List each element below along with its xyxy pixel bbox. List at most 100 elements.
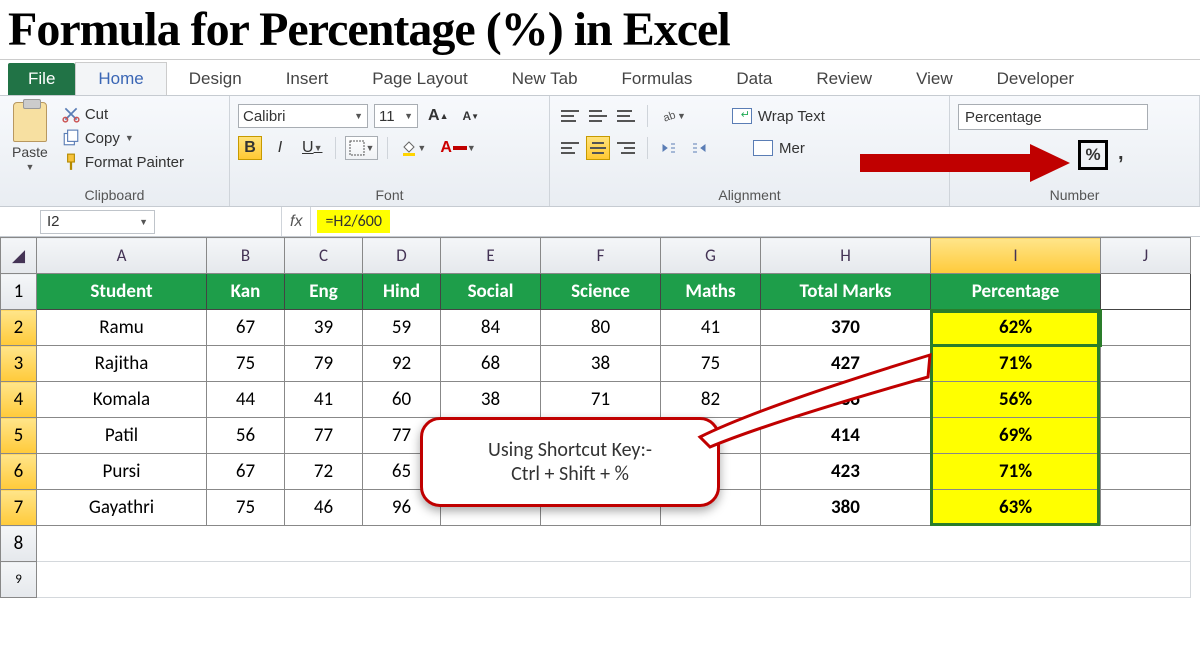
col-header[interactable]: A <box>37 238 207 274</box>
cell[interactable] <box>1101 382 1191 418</box>
cell[interactable]: 79 <box>285 346 363 382</box>
col-header[interactable]: E <box>441 238 541 274</box>
cell[interactable]: 68 <box>441 346 541 382</box>
increase-indent-button[interactable] <box>687 136 711 160</box>
cell[interactable]: 46 <box>285 490 363 526</box>
cell[interactable]: 67 <box>207 454 285 490</box>
cell[interactable] <box>1101 454 1191 490</box>
cell[interactable] <box>1101 418 1191 454</box>
cell[interactable]: 75 <box>207 346 285 382</box>
tab-home[interactable]: Home <box>75 62 166 95</box>
cell[interactable]: 71% <box>931 454 1101 490</box>
cell[interactable]: Total Marks <box>761 274 931 310</box>
tab-new-tab[interactable]: New Tab <box>490 63 600 95</box>
cell[interactable]: 63% <box>931 490 1101 526</box>
row-header[interactable]: 5 <box>1 418 37 454</box>
orientation-button[interactable]: ab▼ <box>657 104 690 128</box>
decrease-indent-button[interactable] <box>657 136 681 160</box>
cell[interactable]: Komala <box>37 382 207 418</box>
select-all-cell[interactable]: ◢ <box>1 238 37 274</box>
cell[interactable]: 56% <box>931 382 1101 418</box>
align-right-button[interactable] <box>614 136 638 160</box>
tab-page-layout[interactable]: Page Layout <box>350 63 489 95</box>
formula-value[interactable]: =H2/600 <box>317 210 390 233</box>
col-header[interactable]: J <box>1101 238 1191 274</box>
number-format-select[interactable]: Percentage <box>958 104 1148 130</box>
cell[interactable] <box>1101 310 1191 346</box>
cell[interactable]: 69% <box>931 418 1101 454</box>
font-size-select[interactable]: 11▼ <box>374 104 418 128</box>
row-header[interactable]: 6 <box>1 454 37 490</box>
spreadsheet[interactable]: ◢ A B C D E F G H I J 1 Student Kan Eng … <box>0 237 1200 598</box>
cell[interactable]: Science <box>541 274 661 310</box>
cell[interactable]: 59 <box>363 310 441 346</box>
row-header[interactable]: 4 <box>1 382 37 418</box>
cell[interactable]: 77 <box>285 418 363 454</box>
align-left-button[interactable] <box>558 136 582 160</box>
insert-function-button[interactable]: fx <box>281 207 311 236</box>
name-box[interactable]: I2▼ <box>40 210 155 234</box>
tab-insert[interactable]: Insert <box>264 63 351 95</box>
cell[interactable]: 62% <box>931 310 1101 346</box>
merge-center-button[interactable]: Mer <box>753 140 805 157</box>
tab-view[interactable]: View <box>894 63 975 95</box>
tab-review[interactable]: Review <box>794 63 894 95</box>
shrink-font-button[interactable]: A▼ <box>458 104 483 128</box>
cell[interactable]: 56 <box>207 418 285 454</box>
cell[interactable]: 423 <box>761 454 931 490</box>
row-header[interactable]: 9 <box>1 562 37 598</box>
comma-style-button[interactable]: , <box>1118 142 1124 165</box>
row-header[interactable]: 7 <box>1 490 37 526</box>
col-header[interactable]: F <box>541 238 661 274</box>
cell[interactable] <box>1101 274 1191 310</box>
cell[interactable]: Rajitha <box>37 346 207 382</box>
tab-file[interactable]: File <box>8 63 75 95</box>
col-header[interactable]: C <box>285 238 363 274</box>
italic-button[interactable]: I <box>268 136 292 160</box>
font-name-select[interactable]: Calibri▼ <box>238 104 368 128</box>
align-bottom-button[interactable] <box>614 104 638 128</box>
percent-style-button[interactable]: % <box>1078 140 1108 170</box>
align-top-button[interactable] <box>558 104 582 128</box>
cell[interactable]: 92 <box>363 346 441 382</box>
wrap-text-button[interactable]: Wrap Text <box>732 108 825 125</box>
cell[interactable]: 60 <box>363 382 441 418</box>
cell[interactable] <box>1101 346 1191 382</box>
tab-design[interactable]: Design <box>167 63 264 95</box>
cell[interactable]: Eng <box>285 274 363 310</box>
cell[interactable]: 370 <box>761 310 931 346</box>
align-middle-button[interactable] <box>586 104 610 128</box>
format-painter-button[interactable]: Format Painter <box>60 152 186 172</box>
grow-font-button[interactable]: A▲ <box>424 104 452 128</box>
row-header[interactable]: 2 <box>1 310 37 346</box>
cell[interactable]: 71% <box>931 346 1101 382</box>
cell[interactable]: Hind <box>363 274 441 310</box>
col-header[interactable]: D <box>363 238 441 274</box>
cell[interactable]: 84 <box>441 310 541 346</box>
cell[interactable]: Student <box>37 274 207 310</box>
tab-formulas[interactable]: Formulas <box>600 63 715 95</box>
borders-button[interactable]: ▼ <box>345 136 378 160</box>
bold-button[interactable]: B <box>238 136 262 160</box>
cell[interactable]: 71 <box>541 382 661 418</box>
cell[interactable]: 44 <box>207 382 285 418</box>
cell[interactable]: 39 <box>285 310 363 346</box>
cell[interactable]: Social <box>441 274 541 310</box>
cell[interactable]: 75 <box>207 490 285 526</box>
cell[interactable]: 41 <box>661 310 761 346</box>
cell[interactable]: 38 <box>441 382 541 418</box>
cell[interactable]: 380 <box>761 490 931 526</box>
cell[interactable]: Maths <box>661 274 761 310</box>
col-header[interactable]: I <box>931 238 1101 274</box>
cell[interactable]: 72 <box>285 454 363 490</box>
fill-color-button[interactable]: ▼ <box>397 136 430 160</box>
paste-button[interactable]: Paste ▼ <box>8 100 52 174</box>
cell[interactable]: Patil <box>37 418 207 454</box>
copy-button[interactable]: Copy▼ <box>60 128 186 148</box>
underline-button[interactable]: U▼ <box>298 136 326 160</box>
align-center-button[interactable] <box>586 136 610 160</box>
cell[interactable]: Percentage <box>931 274 1101 310</box>
col-header[interactable]: B <box>207 238 285 274</box>
col-header[interactable]: H <box>761 238 931 274</box>
cell[interactable] <box>1101 490 1191 526</box>
